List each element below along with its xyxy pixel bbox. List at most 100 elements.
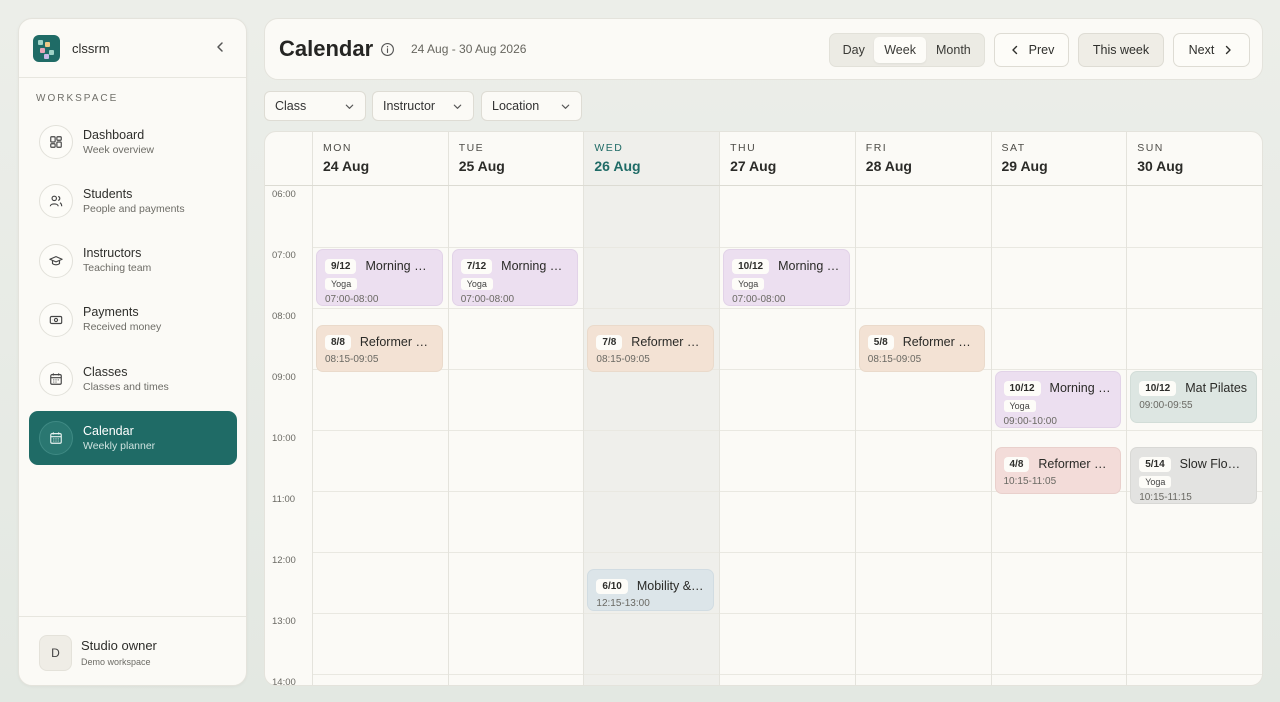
day-column-divider	[447, 132, 449, 685]
hour-label: 13:00	[272, 616, 296, 627]
event-time: 07:00-08:00	[732, 294, 786, 305]
hour-label: 14:00	[272, 677, 296, 686]
brand[interactable]: clssrm	[33, 35, 110, 62]
owner-name: Studio owner	[81, 638, 157, 653]
day-header-mon[interactable]: MON 24 Aug	[312, 132, 448, 186]
day-of-week: SAT	[1001, 142, 1026, 154]
day-date: 30 Aug	[1137, 158, 1184, 174]
day-header-sun[interactable]: SUN 30 Aug	[1126, 132, 1262, 186]
this-week-button[interactable]: This week	[1078, 33, 1164, 67]
class-event[interactable]: 9/12 Morning Flow Yoga 07:00-08:00	[316, 249, 443, 306]
view-day-button[interactable]: Day	[833, 37, 874, 63]
day-of-week: MON	[323, 142, 352, 154]
sidebar-item-subtitle: People and payments	[83, 202, 185, 215]
event-time: 07:00-08:00	[325, 294, 379, 305]
owner-workspace: Demo workspace	[81, 657, 151, 667]
day-header-sat[interactable]: SAT 29 Aug	[990, 132, 1127, 186]
event-category-tag: Yoga	[460, 278, 493, 290]
sidebar-nav: Dashboard Week overview Students People …	[29, 115, 237, 471]
brand-name: clssrm	[72, 41, 110, 56]
workspace-section-label: WORKSPACE	[36, 93, 119, 104]
chevron-right-icon	[1222, 44, 1234, 56]
instructor-filter-select[interactable]: Instructor	[372, 91, 474, 121]
sidebar-item-students[interactable]: Students People and payments	[29, 174, 237, 228]
event-title: Morning Flow	[365, 259, 434, 273]
prev-button[interactable]: Prev	[994, 33, 1069, 67]
event-title: Mobility & Stretch	[636, 579, 705, 594]
class-event[interactable]: 10/12 Morning Flow Yoga 09:00-10:00	[994, 371, 1122, 428]
event-title: Reformer Pilates	[631, 335, 705, 350]
graduation-cap-icon	[39, 243, 73, 278]
class-event[interactable]: 5/14 Slow Flow Yoga Yoga 10:15-11:15	[1130, 447, 1257, 505]
account-menu[interactable]: D Studio owner Demo workspace	[39, 635, 157, 671]
chevron-down-icon	[344, 101, 355, 112]
event-time: 10:15-11:15	[1139, 492, 1192, 504]
event-time: 08:15-09:05	[867, 354, 922, 366]
sidebar-item-title: Dashboard	[83, 127, 145, 142]
week-calendar: 06:00 07:00 08:00 09:00 10:00 11:00 12:00 13:00…	[264, 131, 1263, 686]
hour-label: 09:00	[272, 372, 296, 383]
view-week-button[interactable]: Week	[874, 37, 926, 63]
class-filter-select[interactable]: Class	[264, 91, 366, 121]
event-header: 7/12 Morning Flow	[460, 258, 569, 274]
collapse-sidebar-chevron-left-icon[interactable]	[212, 39, 228, 55]
avatar: D	[39, 635, 72, 671]
info-icon[interactable]	[380, 42, 395, 57]
class-event[interactable]: 10/12 Morning Flow Yoga 07:00-08:00	[723, 249, 850, 306]
sidebar-item-payments[interactable]: Payments Received money	[29, 293, 237, 347]
class-event[interactable]: 4/8 Reformer Pilates 10:15-11:05	[994, 447, 1122, 495]
next-button[interactable]: Next	[1173, 33, 1250, 67]
class-event[interactable]: 10/12 Mat Pilates 09:00-09:55	[1130, 371, 1257, 423]
day-header-thu[interactable]: THU 27 Aug	[719, 132, 855, 186]
sidebar-item-subtitle: Week overview	[83, 143, 154, 156]
sidebar-item-calendar[interactable]: Calendar Weekly planner	[29, 411, 237, 466]
event-time: 08:15-09:05	[325, 354, 379, 366]
class-filter-label: Class	[275, 99, 307, 113]
class-event[interactable]: 5/8 Reformer Pilates 08:15-09:05	[858, 325, 986, 373]
calendar-grid-icon	[39, 362, 73, 397]
sidebar-item-instructors[interactable]: Instructors Teaching team	[29, 234, 237, 288]
event-category-tag: Yoga	[325, 278, 358, 290]
sidebar-item-dashboard[interactable]: Dashboard Week overview	[29, 115, 237, 169]
banknote-icon	[39, 302, 73, 337]
divider	[19, 77, 246, 78]
class-event[interactable]: 7/8 Reformer Pilates 08:15-09:05	[587, 325, 715, 373]
event-time: 08:15-09:05	[596, 354, 650, 366]
day-header-wed[interactable]: WED 26 Aug	[583, 132, 719, 186]
day-column-divider	[583, 132, 585, 685]
day-column-divider	[719, 132, 721, 685]
day-of-week: FRI	[865, 142, 888, 154]
sidebar-item-subtitle: Weekly planner	[83, 439, 156, 452]
chevron-down-icon	[452, 101, 463, 112]
class-event[interactable]: 7/12 Morning Flow Yoga 07:00-08:00	[451, 249, 579, 306]
day-date: 28 Aug	[865, 158, 912, 174]
day-column-divider	[990, 132, 992, 685]
class-event[interactable]: 6/10 Mobility & Stretch 12:15-13:00	[587, 569, 715, 611]
event-header: 4/8 Reformer Pilates	[1003, 456, 1112, 472]
event-time: 12:15-13:00	[596, 598, 650, 610]
attendance-badge: 7/8	[596, 334, 623, 350]
location-filter-select[interactable]: Location	[481, 91, 582, 121]
event-header: 8/8 Reformer Pilates	[325, 334, 434, 350]
sidebar-item-classes[interactable]: Classes Classes and times	[29, 352, 237, 406]
attendance-badge: 4/8	[1003, 456, 1030, 472]
hour-label: 08:00	[272, 311, 296, 322]
event-time: 09:00-09:55	[1139, 400, 1193, 411]
sidebar-item-title: Instructors	[83, 246, 142, 261]
day-of-week: THU	[730, 142, 757, 154]
day-date: 29 Aug	[1001, 158, 1048, 174]
date-range: 24 Aug - 30 Aug 2026	[411, 42, 527, 56]
view-month-button[interactable]: Month	[926, 37, 981, 63]
attendance-badge: 5/14	[1139, 456, 1171, 472]
event-header: 10/12 Mat Pilates	[1139, 380, 1248, 396]
instructor-filter-label: Instructor	[383, 99, 436, 113]
class-event[interactable]: 8/8 Reformer Pilates 08:15-09:05	[316, 325, 443, 373]
day-of-week: WED	[594, 142, 624, 154]
calendar-icon	[39, 421, 73, 456]
hour-gridline	[312, 674, 1262, 675]
day-header-tue[interactable]: TUE 25 Aug	[447, 132, 584, 186]
attendance-badge: 10/12	[1139, 380, 1177, 396]
event-title: Reformer Pilates	[902, 335, 977, 350]
day-header-fri[interactable]: FRI 28 Aug	[854, 132, 991, 186]
sidebar-item-subtitle: Teaching team	[83, 262, 152, 275]
